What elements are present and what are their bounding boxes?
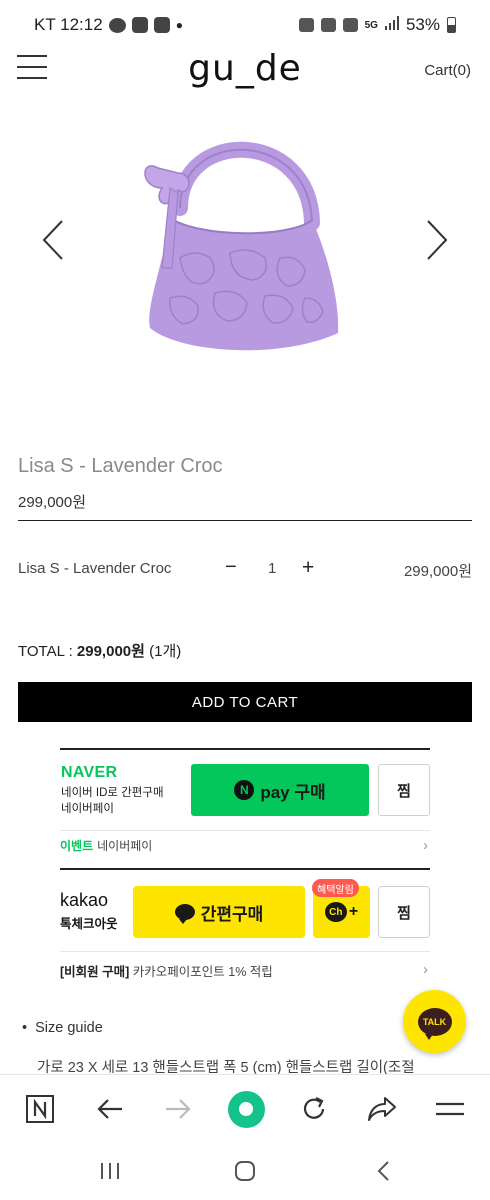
share-icon[interactable] [366,1093,398,1125]
kakao-point-text: 카카오페이포인트 1% 적립 [132,965,273,979]
total-label: TOTAL : [18,643,77,660]
quantity-increase-button[interactable]: + [302,556,314,580]
naver-sub-line1: 네이버 ID로 간편구매 [61,787,164,799]
total-price: TOTAL : 299,000원 (1개) [18,640,181,661]
chevron-right-icon: › [423,837,428,854]
naver-n-icon: N [234,780,255,800]
battery-level: 53% [405,15,440,34]
cart-link[interactable]: Cart(0) [424,62,471,79]
mute-icon [320,18,336,32]
forward-icon[interactable] [162,1093,194,1125]
event-tag: 이벤트 [60,839,94,853]
alarm-icon [298,18,314,32]
quantity-value: 1 [268,560,277,577]
nonmember-label: [비회원 구매] [60,965,130,979]
status-bar-left: KT 12:12 ● [34,15,183,35]
chevron-right-icon: › [423,961,428,978]
add-to-cart-button[interactable]: ADD TO CART [18,682,472,722]
kakao-nonmember-note[interactable]: [비회원 구매] 카카오페이포인트 1% 적립 › [60,951,430,982]
kakaotalk-notification-icon [108,17,126,33]
naver-pay-buy-label: pay 구매 [260,782,326,802]
naver-tab-icon[interactable] [24,1093,56,1125]
bullet-icon: • [22,1020,28,1036]
size-guide-title: Size guide [35,1020,103,1036]
battery-icon [447,17,456,33]
naver-logo: NAVER [61,764,118,781]
back-icon[interactable] [94,1093,126,1125]
naver-pay-section: NAVER 네이버 ID로 간편구매 네이버페이 N pay 구매 찜 이벤트 네… [60,748,430,856]
site-logo[interactable]: gu_de [0,48,490,89]
signal-icon [384,15,399,35]
total-count: (1개) [149,643,182,660]
divider [18,520,472,521]
naver-pay-buy-button[interactable]: N pay 구매 [191,764,369,816]
option-price: 299,000원 [403,563,472,580]
back-nav-icon[interactable] [370,1158,396,1184]
product-gallery [0,118,490,388]
status-bar-right: 5G 53% [298,15,456,35]
quantity-decrease-button[interactable]: − [225,556,237,579]
talk-bubble-icon [174,904,195,924]
kakao-logo: kakao [60,890,109,910]
kakao-quick-buy-button[interactable]: 간편구매 [133,886,305,938]
product-title: Lisa S - Lavender Croc [18,455,223,477]
home-icon[interactable] [232,1158,258,1184]
kakao-checkout-section: kakao 톡체크아웃 간편구매 Ch + 혜택알림 찜 [비회원 구매] 카카… [60,868,430,980]
product-price: 299,000원 [18,494,87,511]
recent-apps-icon[interactable] [97,1158,123,1184]
naver-wishlist-button[interactable]: 찜 [378,764,430,816]
product-image [140,128,350,383]
more-menu-icon[interactable] [434,1093,466,1125]
benefit-alert-badge: 혜택알림 [312,879,359,897]
option-name: Lisa S - Lavender Croc [18,560,172,577]
event-text: 네이버페이 [97,839,153,853]
gallery-notification-icon [153,17,170,33]
carrier-time: KT 12:12 [34,15,103,34]
app-notification-icon [131,17,148,33]
channel-icon: Ch [324,902,347,922]
kakao-wishlist-button[interactable]: 찜 [378,886,430,938]
naver-pay-event-link[interactable]: 이벤트 네이버페이 › [60,830,430,858]
chevron-left-icon[interactable] [38,218,68,262]
browser-toolbar [0,1074,490,1142]
hd-voice-icon [342,18,358,32]
status-bar: KT 12:12 ● 5G 53% [0,0,490,52]
size-guide-heading: • Size guide [22,1020,103,1036]
kakao-talk-floating-button[interactable]: TALK [403,990,466,1053]
naver-pay-description: 네이버 ID로 간편구매 네이버페이 [61,785,164,817]
network-type: 5G [364,19,378,31]
home-green-dot-icon[interactable] [226,1089,266,1129]
selected-option-row: Lisa S - Lavender Croc − 1 + 299,000원 [18,556,472,582]
chevron-right-icon[interactable] [422,218,452,262]
kakao-quick-buy-label: 간편구매 [200,904,264,924]
channel-plus: + [348,903,359,920]
total-amount: 299,000원 [76,643,145,660]
system-nav-bar [0,1142,490,1200]
kakao-checkout-label: 톡체크아웃 [60,917,118,931]
refresh-icon[interactable] [298,1093,330,1125]
more-notifications-dot-icon: ● [175,18,183,32]
site-header: gu_de Cart(0) [0,48,490,102]
talk-icon: TALK [417,1007,452,1040]
naver-sub-line2: 네이버페이 [61,803,114,815]
